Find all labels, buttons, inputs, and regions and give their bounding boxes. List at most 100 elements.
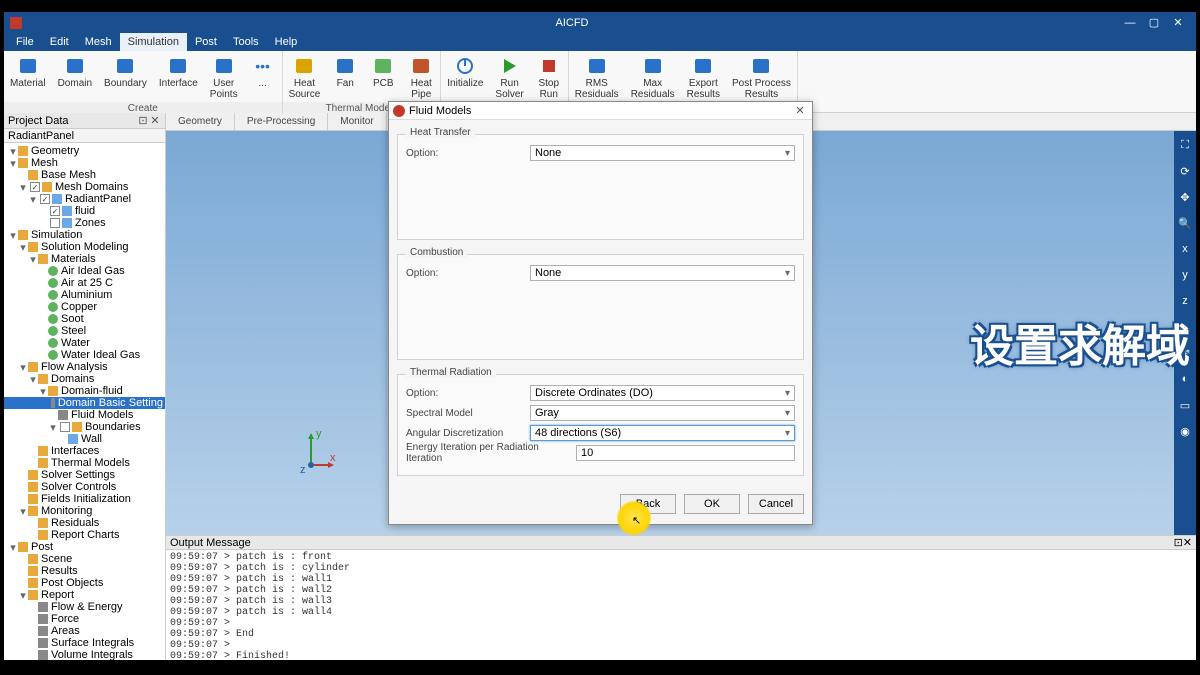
- tree-item[interactable]: Steel: [4, 325, 165, 337]
- tree-item[interactable]: Interfaces: [4, 445, 165, 457]
- tree-item[interactable]: Air at 25 C: [4, 277, 165, 289]
- minimize-button[interactable]: —: [1118, 14, 1142, 32]
- tree-item[interactable]: Report Charts: [4, 529, 165, 541]
- tree-checkbox[interactable]: [30, 182, 40, 192]
- tree-item[interactable]: Wall: [4, 433, 165, 445]
- output-close-icon[interactable]: ✕: [1183, 536, 1192, 549]
- collapse-icon[interactable]: ▾: [8, 229, 18, 242]
- panel-pin-icon[interactable]: ⊡: [137, 114, 149, 127]
- panel-close-icon[interactable]: ✕: [149, 114, 161, 127]
- tree-item[interactable]: Base Mesh: [4, 169, 165, 181]
- tree-checkbox[interactable]: [60, 422, 70, 432]
- combustion-option-dropdown[interactable]: None: [530, 265, 795, 281]
- output-pin-icon[interactable]: ⊡: [1174, 536, 1183, 549]
- tree-item[interactable]: ▾Domains: [4, 373, 165, 385]
- tree-item[interactable]: Water: [4, 337, 165, 349]
- tree-item[interactable]: Copper: [4, 301, 165, 313]
- zoom-icon[interactable]: 🔍: [1177, 215, 1193, 231]
- tree-item[interactable]: Areas: [4, 625, 165, 637]
- tree-item[interactable]: ▾Geometry: [4, 145, 165, 157]
- collapse-icon[interactable]: ▾: [18, 241, 28, 254]
- project-tab[interactable]: RadiantPanel: [4, 129, 165, 143]
- tree-item[interactable]: Thermal Models: [4, 457, 165, 469]
- tree-item[interactable]: Solver Controls: [4, 481, 165, 493]
- tree-item[interactable]: Solver Settings: [4, 469, 165, 481]
- tree-item[interactable]: Volume Integrals: [4, 649, 165, 660]
- tree-item[interactable]: ▾Domain-fluid: [4, 385, 165, 397]
- angular-discretization-dropdown[interactable]: 48 directions (S6): [530, 425, 795, 441]
- collapse-icon[interactable]: ▾: [8, 157, 18, 170]
- tab-monitor[interactable]: Monitor: [328, 113, 386, 130]
- run-solver-button[interactable]: Run Solver: [489, 53, 529, 102]
- tree-item[interactable]: Fields Initialization: [4, 493, 165, 505]
- project-tree[interactable]: ▾Geometry▾MeshBase Mesh▾Mesh Domains▾Rad…: [4, 143, 165, 660]
- surface-icon[interactable]: ▭: [1177, 397, 1193, 413]
- collapse-icon[interactable]: ▾: [48, 421, 58, 434]
- tree-item[interactable]: ▾Boundaries: [4, 421, 165, 433]
- tree-item[interactable]: ▾Mesh Domains: [4, 181, 165, 193]
- pan-icon[interactable]: ✥: [1177, 189, 1193, 205]
- collapse-icon[interactable]: ▾: [38, 385, 48, 398]
- tab-geometry[interactable]: Geometry: [166, 113, 235, 130]
- tree-item[interactable]: Fluid Models: [4, 409, 165, 421]
- close-button[interactable]: ✕: [1166, 14, 1190, 32]
- screenshot-icon[interactable]: ◉: [1177, 423, 1193, 439]
- heat-pipe-button[interactable]: Heat Pipe: [402, 53, 440, 102]
- domain-button[interactable]: Domain: [52, 53, 98, 102]
- pcb-button[interactable]: PCB: [364, 53, 402, 102]
- tree-item[interactable]: ▾Post: [4, 541, 165, 553]
- heat-source-button[interactable]: Heat Source: [283, 53, 327, 102]
- rotate-icon[interactable]: ⟳: [1177, 163, 1193, 179]
- tree-item[interactable]: ▾Simulation: [4, 229, 165, 241]
- tree-item[interactable]: Residuals: [4, 517, 165, 529]
- tree-item[interactable]: Surface Integrals: [4, 637, 165, 649]
- ok-button[interactable]: OK: [684, 494, 740, 514]
- interface-button[interactable]: Interface: [153, 53, 204, 102]
- dialog-close-icon[interactable]: ✕: [792, 104, 808, 117]
- tree-item[interactable]: ▾Flow Analysis: [4, 361, 165, 373]
- tree-item[interactable]: ▾Mesh: [4, 157, 165, 169]
- tree-item[interactable]: ▾RadiantPanel: [4, 193, 165, 205]
- radiation-option-dropdown[interactable]: Discrete Ordinates (DO): [530, 385, 795, 401]
- tree-checkbox[interactable]: [50, 206, 60, 216]
- collapse-icon[interactable]: ▾: [8, 541, 18, 554]
- view-z-icon[interactable]: z: [1177, 293, 1193, 309]
- user-points-button[interactable]: User Points: [204, 53, 244, 102]
- stop-run-button[interactable]: Stop Run: [530, 53, 568, 102]
- maximize-button[interactable]: ▢: [1142, 14, 1166, 32]
- tree-item[interactable]: ▾Materials: [4, 253, 165, 265]
- tree-item[interactable]: Aluminium: [4, 289, 165, 301]
- back-button[interactable]: Back: [620, 494, 676, 514]
- menu-mesh[interactable]: Mesh: [77, 33, 120, 51]
- tree-item[interactable]: ▾Solution Modeling: [4, 241, 165, 253]
- fit-view-icon[interactable]: ⛶: [1177, 137, 1193, 153]
- tree-item[interactable]: Zones: [4, 217, 165, 229]
- menu-tools[interactable]: Tools: [225, 33, 267, 51]
- tree-item[interactable]: Domain Basic Setting: [4, 397, 165, 409]
- tree-item[interactable]: ▾Monitoring: [4, 505, 165, 517]
- collapse-icon[interactable]: ▾: [28, 193, 38, 206]
- heat-transfer-option-dropdown[interactable]: None: [530, 145, 795, 161]
- more-button[interactable]: •••...: [244, 53, 282, 102]
- dialog-titlebar[interactable]: Fluid Models ✕: [389, 102, 812, 120]
- tree-item[interactable]: ▾Report: [4, 589, 165, 601]
- tree-item[interactable]: Results: [4, 565, 165, 577]
- tree-checkbox[interactable]: [50, 218, 60, 228]
- tree-item[interactable]: Flow & Energy: [4, 601, 165, 613]
- menu-edit[interactable]: Edit: [42, 33, 77, 51]
- spectral-model-dropdown[interactable]: Gray: [530, 405, 795, 421]
- collapse-icon[interactable]: ▾: [18, 589, 28, 602]
- tree-item[interactable]: Force: [4, 613, 165, 625]
- tree-item[interactable]: fluid: [4, 205, 165, 217]
- material-button[interactable]: Material: [4, 53, 52, 102]
- tree-item[interactable]: Post Objects: [4, 577, 165, 589]
- collapse-icon[interactable]: ▾: [18, 505, 28, 518]
- fan-button[interactable]: Fan: [326, 53, 364, 102]
- menu-simulation[interactable]: Simulation: [120, 33, 187, 51]
- tree-item[interactable]: Scene: [4, 553, 165, 565]
- energy-iteration-input[interactable]: 10: [576, 445, 795, 461]
- cancel-button[interactable]: Cancel: [748, 494, 804, 514]
- menu-post[interactable]: Post: [187, 33, 225, 51]
- output-log[interactable]: 09:59:07 > patch is : front 09:59:07 > p…: [166, 550, 1196, 660]
- collapse-icon[interactable]: ▾: [28, 373, 38, 386]
